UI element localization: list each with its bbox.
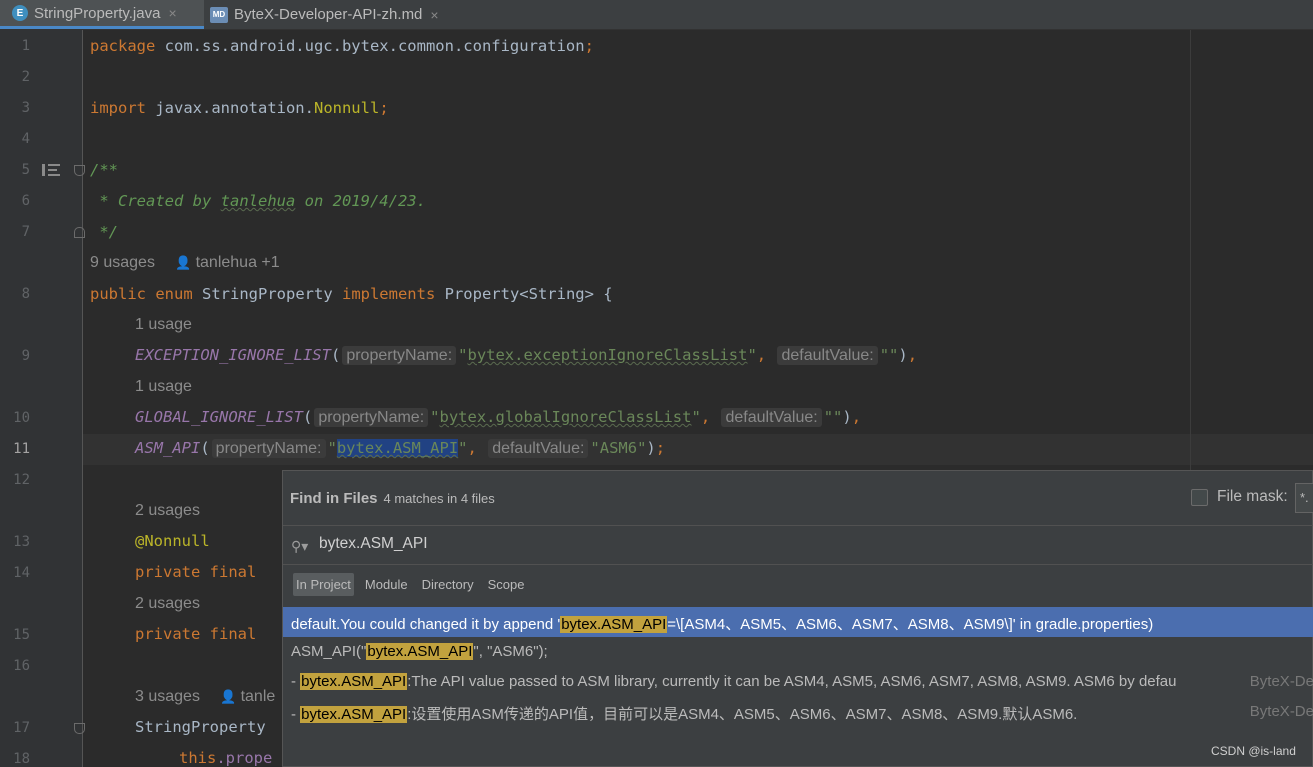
code-line-15: private final — [135, 625, 257, 643]
enum-file-icon: E — [12, 5, 28, 21]
parameter-hint: propertyName: — [342, 346, 457, 365]
usages-hint[interactable]: 2 usages — [135, 595, 200, 613]
match-highlight: bytex.ASM_API — [560, 616, 668, 633]
line-number: 13 — [13, 534, 30, 550]
file-mask-input[interactable]: *. — [1295, 483, 1313, 513]
code-line-13: @Nonnull — [135, 532, 210, 550]
scope-module[interactable]: Module — [362, 573, 411, 596]
popup-header[interactable]: Find in Files 4 matches in 4 files File m… — [283, 471, 1313, 526]
line-number: 16 — [13, 658, 30, 674]
find-in-files-popup[interactable]: Find in Files 4 matches in 4 files File m… — [282, 470, 1313, 767]
parameter-hint: defaultValue: — [488, 439, 589, 458]
file-mask-label: File mask: — [1217, 488, 1288, 505]
tab-label: StringProperty.java — [34, 4, 161, 22]
match-count: 4 matches in 4 files — [383, 491, 495, 506]
line-number: 7 — [21, 224, 30, 240]
result-row[interactable]: default.You could changed it by append '… — [283, 607, 1313, 637]
match-highlight: bytex.ASM_API — [300, 673, 408, 690]
popup-title: Find in Files 4 matches in 4 files — [290, 490, 495, 507]
code-line-5: /** — [90, 161, 118, 179]
line-number-gutter[interactable]: 1 2 3 4 5 6 7 8 9 10 11 12 13 14 15 16 1… — [0, 30, 85, 767]
line-number: 15 — [13, 627, 30, 643]
line-number: 2 — [21, 69, 30, 85]
line-number: 4 — [21, 131, 30, 147]
code-line-17: StringProperty — [135, 718, 266, 736]
line-number: 17 — [13, 720, 30, 736]
code-line-3: import javax.annotation.Nonnull; — [90, 99, 389, 117]
result-file-name: ByteX-De — [1249, 673, 1313, 690]
line-number: 1 — [21, 38, 30, 54]
usages-hint[interactable]: 1 usage — [135, 316, 192, 334]
code-line-18: this.prope — [179, 749, 273, 767]
line-number: 3 — [21, 100, 30, 116]
line-number: 11 — [13, 441, 30, 457]
result-row[interactable]: - bytex.ASM_API:设置使用ASM传递的API值，目前可以是ASM4… — [283, 697, 1313, 727]
line-number: 9 — [21, 348, 30, 364]
tab-stringproperty-java[interactable]: E StringProperty.java × — [0, 0, 204, 29]
editor-tab-bar: E StringProperty.java × MD ByteX-Develop… — [0, 0, 1313, 30]
code-line-9: EXCEPTION_IGNORE_LIST(propertyName: "byte… — [135, 346, 918, 365]
match-highlight: bytex.ASM_API — [300, 706, 408, 723]
result-file-name: ByteX-De — [1249, 703, 1313, 720]
usages-hint[interactable]: 2 usages — [135, 502, 200, 520]
line-number: 5 — [21, 162, 30, 178]
parameter-hint: defaultValue: — [721, 408, 822, 427]
line-number: 14 — [13, 565, 30, 581]
scope-directory[interactable]: Directory — [419, 573, 477, 596]
search-input[interactable]: bytex.ASM_API — [319, 535, 428, 553]
code-line-11: ASM_API(propertyName: "bytex.ASM_API", de… — [135, 439, 666, 458]
parameter-hint: defaultValue: — [777, 346, 878, 365]
scope-in-project[interactable]: In Project — [293, 573, 354, 596]
tab-label: ByteX-Developer-API-zh.md — [234, 6, 423, 23]
usages-hint[interactable]: 1 usage — [135, 378, 192, 396]
scope-tabs: In Project Module Directory Scope — [293, 573, 535, 596]
close-icon[interactable]: × — [168, 5, 176, 21]
code-line-8: public enum StringProperty implements Pr… — [90, 285, 613, 303]
markdown-file-icon: MD — [210, 6, 228, 23]
usages-hint[interactable]: 3 usages 👤 tanle — [135, 688, 275, 706]
result-row[interactable]: ASM_API("bytex.ASM_API", "ASM6"); — [283, 637, 1313, 667]
close-icon[interactable]: × — [430, 7, 438, 23]
search-field[interactable]: ⚲▾ bytex.ASM_API — [283, 526, 1313, 565]
rendered-doc-icon[interactable] — [41, 162, 61, 178]
tab-bytex-developer-api-md[interactable]: MD ByteX-Developer-API-zh.md × — [206, 0, 466, 29]
user-icon: 👤 — [174, 255, 192, 270]
parameter-hint: propertyName: — [314, 408, 429, 427]
file-mask-checkbox[interactable] — [1191, 488, 1208, 506]
watermark: CSDN @is-land — [1211, 744, 1296, 758]
parameter-hint: propertyName: — [211, 439, 326, 458]
match-highlight: bytex.ASM_API — [366, 643, 474, 660]
line-number: 6 — [21, 193, 30, 209]
line-number: 12 — [13, 472, 30, 488]
line-number: 8 — [21, 286, 30, 302]
file-mask-toggle[interactable]: File mask: — [1191, 488, 1288, 506]
line-number: 18 — [13, 751, 30, 767]
code-line-14: private final — [135, 563, 257, 581]
line-number: 10 — [13, 410, 30, 426]
scope-scope[interactable]: Scope — [485, 573, 528, 596]
search-icon[interactable]: ⚲▾ — [291, 538, 308, 555]
code-line-1: package com.ss.android.ugc.bytex.common.… — [90, 37, 594, 55]
usages-hint[interactable]: 9 usages 👤 tanlehua +1 — [90, 254, 280, 272]
code-line-6: * Created by tanlehua on 2019/4/23. — [90, 192, 426, 210]
selected-text[interactable]: bytex.ASM_API — [336, 439, 459, 457]
result-row[interactable]: - bytex.ASM_API:The API value passed to … — [283, 667, 1313, 697]
user-icon: 👤 — [219, 689, 237, 704]
code-line-10: GLOBAL_IGNORE_LIST(propertyName: "bytex.g… — [135, 408, 862, 427]
code-line-7: */ — [90, 223, 118, 241]
